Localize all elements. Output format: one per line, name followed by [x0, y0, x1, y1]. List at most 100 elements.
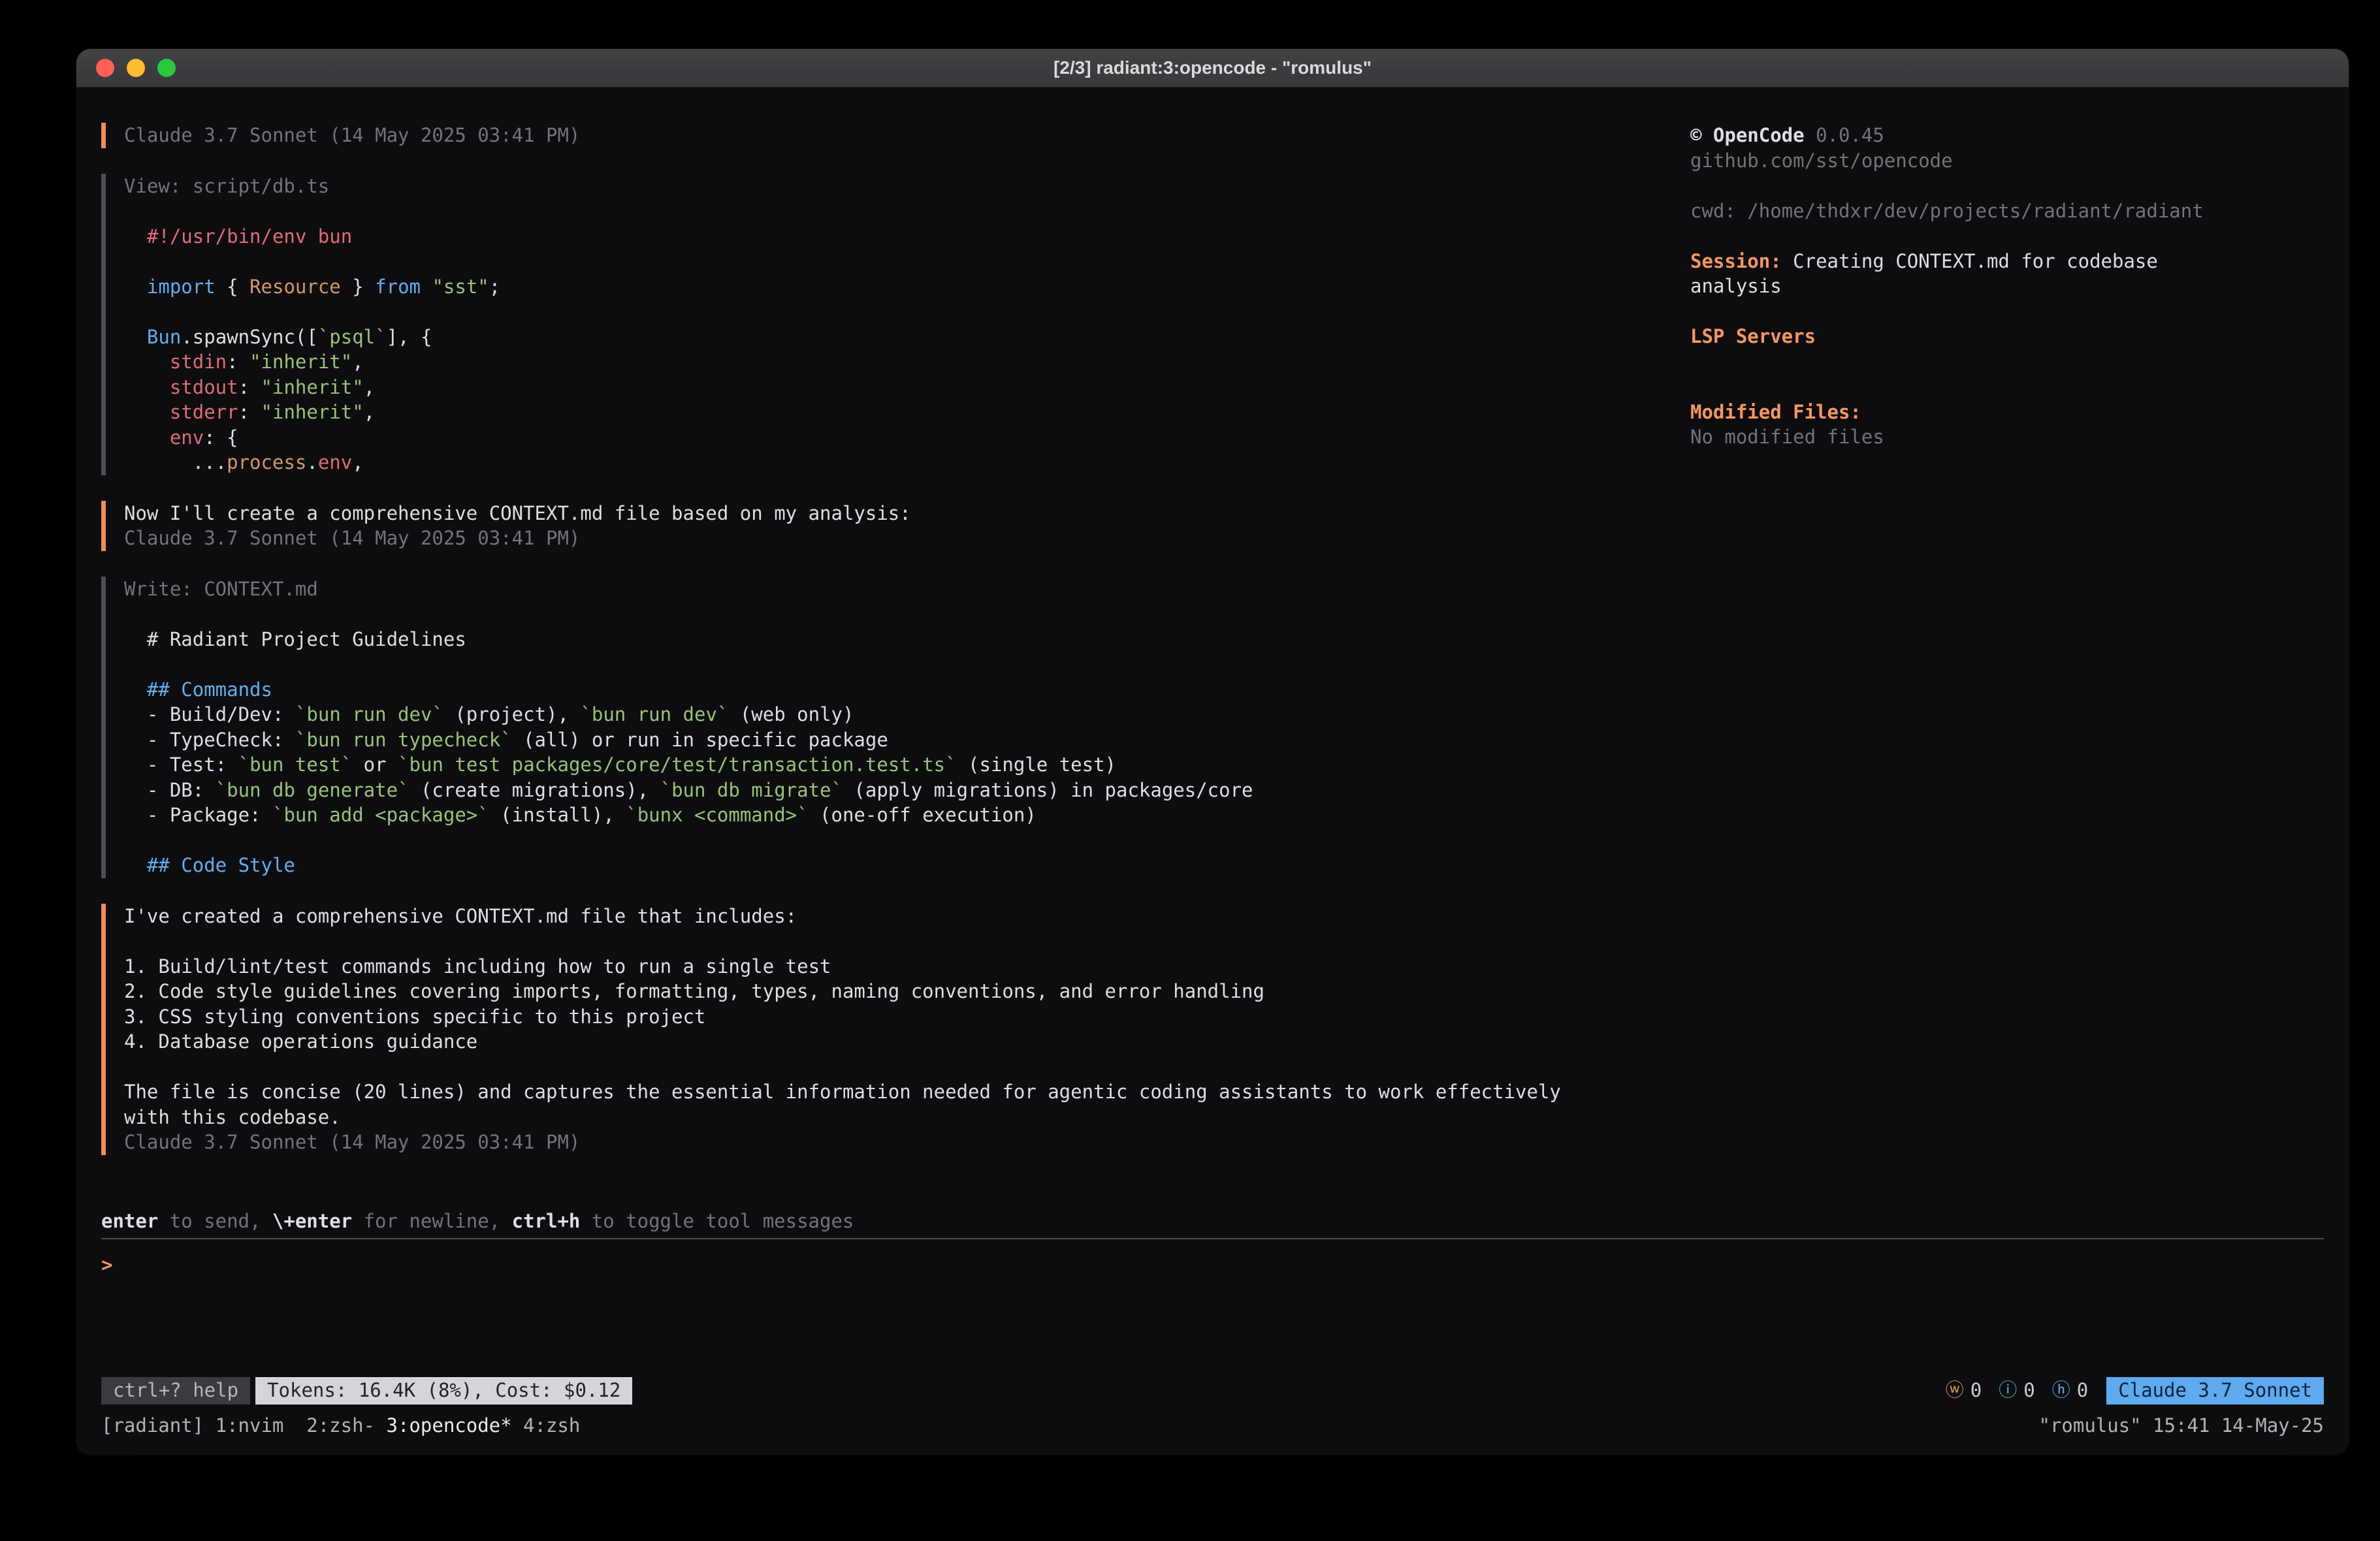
text-segment: [124, 376, 170, 398]
text-segment: - Test:: [124, 754, 238, 776]
text-segment: [124, 401, 170, 423]
text-segment: - Build/Dev:: [124, 703, 295, 725]
line: [1690, 299, 2324, 325]
status-bar: ctrl+? help Tokens: 16.4K (8%), Cost: $0…: [101, 1376, 2324, 1405]
text-segment: \+enter: [272, 1210, 352, 1232]
text-segment: enter: [101, 1210, 158, 1232]
text-segment: - Package:: [124, 804, 272, 826]
text-segment: analysis: [1690, 275, 1782, 297]
line: github.com/sst/opencode: [1690, 148, 2324, 174]
text-segment: ...: [124, 451, 227, 473]
minimize-button[interactable]: [127, 59, 145, 77]
text-segment: Modified Files:: [1690, 401, 1861, 423]
line: [radiant] 1:nvim 2:zsh- 3:opencode* 4:zs…: [101, 1413, 580, 1438]
model-badge[interactable]: Claude 3.7 Sonnet: [2106, 1377, 2324, 1405]
text-segment: # Radiant Project Guidelines: [124, 628, 466, 650]
text-segment: Creating CONTEXT.md for codebase: [1782, 250, 2158, 272]
help-badge[interactable]: ctrl+? help: [101, 1377, 250, 1405]
text-segment: 1. Build/lint/test commands including ho…: [124, 955, 831, 977]
line: #!/usr/bin/env bun: [124, 224, 1690, 249]
line: import { Resource } from "sst";: [124, 274, 1690, 300]
line: - DB: `bun db generate` (create migratio…: [124, 778, 1690, 803]
text-segment: 2. Code style guidelines covering import…: [124, 980, 1264, 1002]
main-area: Claude 3.7 Sonnet (14 May 2025 03:41 PM)…: [101, 123, 2324, 1209]
text-segment: ;: [489, 276, 500, 298]
text-segment: (create migrations),: [410, 779, 660, 801]
line: [124, 929, 1690, 954]
text-segment: Claude 3.7 Sonnet (14 May 2025 03:41 PM): [124, 1131, 580, 1153]
line: stdout: "inherit",: [124, 375, 1690, 400]
sidebar-content: © OpenCode 0.0.45github.com/sst/opencode…: [1690, 123, 2324, 450]
text-segment: to send,: [158, 1210, 272, 1232]
text-segment: [124, 276, 147, 298]
tmux-left[interactable]: [radiant] 1:nvim 2:zsh- 3:opencode* 4:zs…: [101, 1413, 580, 1438]
text-segment: .spawnSync([: [181, 326, 318, 348]
text-segment: [radiant]: [101, 1414, 216, 1437]
view-tool-block: View: script/db.ts #!/usr/bin/env bun im…: [101, 174, 1690, 475]
line: cwd: /home/thdxr/dev/projects/radiant/ra…: [1690, 199, 2324, 224]
line: I've created a comprehensive CONTEXT.md …: [124, 904, 1690, 929]
text-segment: `bun run typecheck`: [295, 729, 512, 751]
zoom-button[interactable]: [157, 59, 176, 77]
tmux-right: "romulus" 15:41 14-May-25: [2039, 1413, 2324, 1438]
line: - TypeCheck: `bun run typecheck` (all) o…: [124, 727, 1690, 753]
text-segment: }: [341, 276, 375, 298]
line: 3. CSS styling conventions specific to t…: [124, 1004, 1690, 1030]
line: enter to send, \+enter for newline, ctrl…: [101, 1209, 2324, 1234]
text-segment: from: [375, 276, 421, 298]
text-segment: Session:: [1690, 250, 1782, 272]
text-segment: `bun db generate`: [216, 779, 410, 801]
info-icon: ⓘ: [1999, 1378, 2017, 1403]
sidebar: © OpenCode 0.0.45github.com/sst/opencode…: [1690, 123, 2324, 1209]
text-segment: import: [147, 276, 216, 298]
text-segment: 4. Database operations guidance: [124, 1030, 477, 1053]
traffic-lights: [96, 59, 176, 77]
text-segment: github.com/sst/opencode: [1690, 150, 1953, 172]
prompt-input[interactable]: >: [101, 1238, 2324, 1376]
line: Claude 3.7 Sonnet (14 May 2025 03:41 PM): [124, 123, 1690, 148]
line: with this codebase.: [124, 1105, 1690, 1130]
line: env: {: [124, 425, 1690, 451]
text-segment: Resource: [249, 276, 341, 298]
line: analysis: [1690, 274, 2324, 299]
line: - Build/Dev: `bun run dev` (project), `b…: [124, 702, 1690, 727]
line: stderr: "inherit",: [124, 400, 1690, 425]
text-segment: : {: [204, 426, 238, 449]
text-segment: [124, 678, 147, 701]
warning-count: 0: [1970, 1378, 1982, 1403]
text-segment: - TypeCheck:: [124, 729, 295, 751]
line: [1690, 173, 2324, 199]
line: ...process.env,: [124, 450, 1690, 475]
text-segment: "inherit": [249, 351, 352, 373]
line: # Radiant Project Guidelines: [124, 627, 1690, 652]
titlebar[interactable]: [2/3] radiant:3:opencode - "romulus": [76, 49, 2349, 87]
prompt-symbol: >: [101, 1254, 112, 1276]
text-segment: {: [216, 276, 249, 298]
text-segment: The file is concise (20 lines) and captu…: [124, 1081, 1561, 1103]
text-segment: I've created a comprehensive CONTEXT.md …: [124, 905, 797, 927]
warning-icon: ⓦ: [1946, 1378, 1964, 1403]
line: LSP Servers: [1690, 324, 2324, 349]
text-segment: 3:opencode*: [387, 1414, 524, 1437]
line: [124, 652, 1690, 677]
text-segment: ctrl+h: [512, 1210, 581, 1232]
line: Now I'll create a comprehensive CONTEXT.…: [124, 501, 1690, 526]
text-segment: [124, 351, 170, 373]
text-segment: ## Code Style: [147, 854, 295, 876]
text-segment: (all) or run in specific package: [512, 729, 888, 751]
close-button[interactable]: [96, 59, 114, 77]
text-segment: ## Commands: [147, 678, 272, 701]
hint-icon: ⓗ: [2052, 1378, 2070, 1403]
text-segment: Bun: [147, 326, 181, 348]
line: [124, 199, 1690, 224]
status-left: ctrl+? help Tokens: 16.4K (8%), Cost: $0…: [101, 1377, 632, 1405]
text-segment: ,: [352, 451, 363, 473]
text-segment: `bun test`: [238, 754, 353, 776]
chat-messages: Claude 3.7 Sonnet (14 May 2025 03:41 PM)…: [101, 123, 1690, 1209]
window-title: [2/3] radiant:3:opencode - "romulus": [1053, 57, 1372, 78]
text-segment: :: [238, 376, 261, 398]
text-segment: #!/usr/bin/env bun: [124, 225, 352, 247]
text-segment: (apply migrations) in packages/core: [843, 779, 1253, 801]
diagnostic-warning: ⓦ0: [1946, 1378, 1982, 1403]
text-segment: View: script/db.ts: [124, 175, 329, 197]
